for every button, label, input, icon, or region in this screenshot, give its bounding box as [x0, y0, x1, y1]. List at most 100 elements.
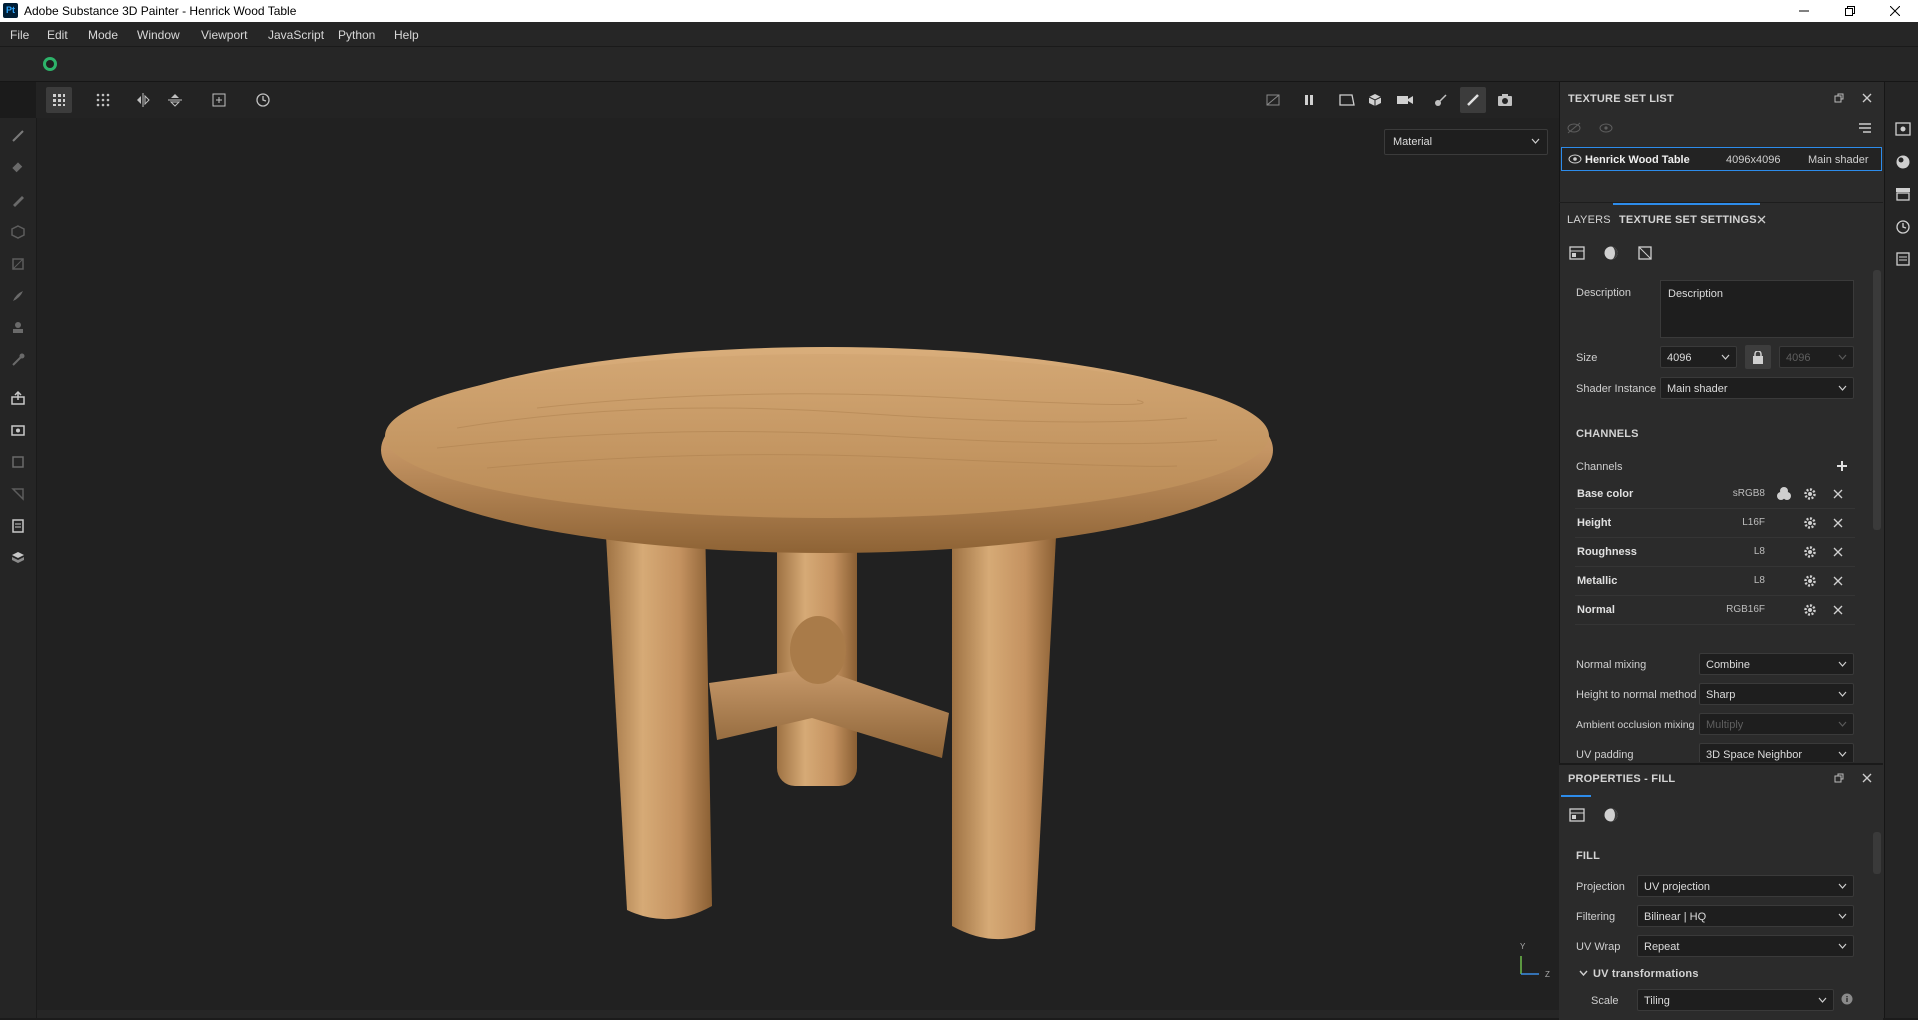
remove-channel-icon[interactable]: [1830, 573, 1846, 589]
height-to-normal-dropdown[interactable]: Sharp: [1699, 683, 1854, 705]
info-icon[interactable]: [1841, 993, 1853, 1005]
mirror-y-icon[interactable]: [162, 87, 188, 113]
history-icon[interactable]: [250, 87, 276, 113]
description-field[interactable]: Description: [1660, 280, 1854, 338]
float-panel-icon[interactable]: [1834, 773, 1844, 783]
projection-icon[interactable]: [8, 190, 28, 210]
menu-viewport[interactable]: Viewport: [201, 28, 247, 42]
show-all-icon[interactable]: [1598, 122, 1614, 134]
channel-settings-gear-icon[interactable]: [1802, 515, 1818, 531]
mirror-x-icon[interactable]: [130, 87, 156, 113]
menu-help[interactable]: Help: [394, 28, 419, 42]
log-icon[interactable]: [1895, 252, 1911, 266]
environment-icon[interactable]: [1895, 154, 1911, 170]
tab-layers[interactable]: LAYERS: [1567, 214, 1611, 226]
properties-scrollbar[interactable]: [1873, 832, 1881, 874]
scale-dropdown[interactable]: Tiling: [1637, 989, 1834, 1011]
tab-texture-set-settings[interactable]: TEXTURE SET SETTINGS: [1619, 214, 1757, 226]
channel-settings-gear-icon[interactable]: [1802, 573, 1818, 589]
clone-stamp-icon[interactable]: [8, 318, 28, 338]
sync-status-icon[interactable]: [42, 56, 58, 72]
particle-brush-icon[interactable]: [1428, 87, 1454, 113]
remove-channel-icon[interactable]: [1830, 486, 1846, 502]
normal-mixing-dropdown[interactable]: Combine: [1699, 653, 1854, 675]
polygon-fill-icon[interactable]: [8, 254, 28, 274]
settings-panel-icon[interactable]: [1569, 245, 1585, 261]
add-channel-icon[interactable]: [1836, 460, 1848, 472]
display-settings-icon[interactable]: [1895, 122, 1911, 136]
assets-shelf-icon[interactable]: [1895, 187, 1911, 201]
channel-row[interactable]: Height L16F: [1575, 509, 1855, 538]
eraser-icon[interactable]: [8, 158, 28, 178]
screenshot-camera-icon[interactable]: [1492, 87, 1518, 113]
material-sphere-icon[interactable]: [1603, 807, 1619, 823]
visibility-eye-icon[interactable]: [1568, 154, 1582, 164]
camera-frame-icon[interactable]: [1334, 87, 1360, 113]
texture-set-item[interactable]: Henrick Wood Table 4096x4096 Main shader: [1561, 147, 1882, 171]
add-icon[interactable]: [206, 87, 232, 113]
channel-row[interactable]: Base color sRGB8: [1575, 480, 1855, 509]
channel-row[interactable]: Normal RGB16F: [1575, 596, 1855, 625]
size-lock-button[interactable]: [1745, 345, 1771, 369]
shader-instance-dropdown[interactable]: Main shader: [1660, 377, 1854, 399]
material-sphere-icon[interactable]: [1603, 245, 1619, 261]
color-profile-icon[interactable]: [1776, 486, 1792, 502]
uv-padding-value: 3D Space Neighbor: [1706, 749, 1803, 761]
close-panel-icon[interactable]: [1862, 93, 1872, 103]
video-camera-icon[interactable]: [1392, 87, 1418, 113]
channel-settings-gear-icon[interactable]: [1802, 602, 1818, 618]
color-picker-icon[interactable]: [8, 350, 28, 370]
iray-icon[interactable]: [8, 452, 28, 472]
history-icon[interactable]: [1895, 219, 1911, 235]
grid-snap-icon[interactable]: [46, 87, 72, 113]
tss-scrollbar[interactable]: [1873, 270, 1881, 530]
projection-dropdown[interactable]: UV projection: [1637, 875, 1854, 897]
size-dropdown[interactable]: 4096: [1660, 346, 1737, 368]
close-panel-icon[interactable]: [1862, 773, 1872, 783]
menu-javascript[interactable]: JavaScript: [268, 28, 324, 42]
bake-mesh-icon[interactable]: [8, 420, 28, 440]
restore-button[interactable]: [1827, 0, 1873, 22]
hide-icon[interactable]: [1260, 87, 1286, 113]
uv-padding-row-clip: UV padding 3D Space Neighbor: [1561, 740, 1871, 762]
collapse-chevron-icon[interactable]: [1579, 970, 1588, 976]
smudge-icon[interactable]: [8, 286, 28, 306]
uv-padding-dropdown[interactable]: 3D Space Neighbor: [1699, 743, 1854, 762]
menu-window[interactable]: Window: [137, 28, 180, 42]
pause-icon[interactable]: [1296, 87, 1322, 113]
mesh-icon[interactable]: [8, 548, 28, 568]
layout-grid-icon[interactable]: [90, 87, 116, 113]
close-window-button[interactable]: [1872, 0, 1918, 22]
uv-transformations-title[interactable]: UV transformations: [1593, 968, 1699, 980]
minimize-button[interactable]: [1781, 0, 1827, 22]
float-panel-icon[interactable]: [1834, 93, 1844, 103]
channel-row[interactable]: Roughness L8: [1575, 538, 1855, 567]
channel-name: Base color: [1577, 488, 1634, 500]
channel-settings-gear-icon[interactable]: [1802, 486, 1818, 502]
list-menu-icon[interactable]: [1858, 122, 1872, 134]
uv-transform-icon[interactable]: [1637, 245, 1653, 261]
remove-channel-icon[interactable]: [1830, 515, 1846, 531]
export-icon[interactable]: [8, 388, 28, 408]
menu-file[interactable]: File: [10, 28, 29, 42]
display-mode-dropdown[interactable]: Material: [1384, 129, 1548, 155]
channel-settings-gear-icon[interactable]: [1802, 544, 1818, 560]
close-tab-icon[interactable]: [1757, 215, 1766, 224]
channel-row[interactable]: Metallic L8: [1575, 567, 1855, 596]
geometry-mask-icon[interactable]: [8, 222, 28, 242]
document-icon[interactable]: [8, 516, 28, 536]
remove-channel-icon[interactable]: [1830, 602, 1846, 618]
cube-icon[interactable]: [1362, 87, 1388, 113]
paint-mode-icon[interactable]: [1460, 87, 1486, 113]
hide-all-icon[interactable]: [1566, 122, 1582, 134]
menu-edit[interactable]: Edit: [47, 28, 68, 42]
filtering-dropdown[interactable]: Bilinear | HQ: [1637, 905, 1854, 927]
menu-python[interactable]: Python: [338, 28, 375, 42]
remove-channel-icon[interactable]: [1830, 544, 1846, 560]
uv-wrap-dropdown[interactable]: Repeat: [1637, 935, 1854, 957]
menu-mode[interactable]: Mode: [88, 28, 118, 42]
3d-viewport[interactable]: Y Z: [37, 118, 1559, 1014]
fill-settings-icon[interactable]: [1569, 807, 1585, 823]
paint-brush-icon[interactable]: [8, 126, 28, 146]
uv-tool-icon[interactable]: [8, 484, 28, 504]
